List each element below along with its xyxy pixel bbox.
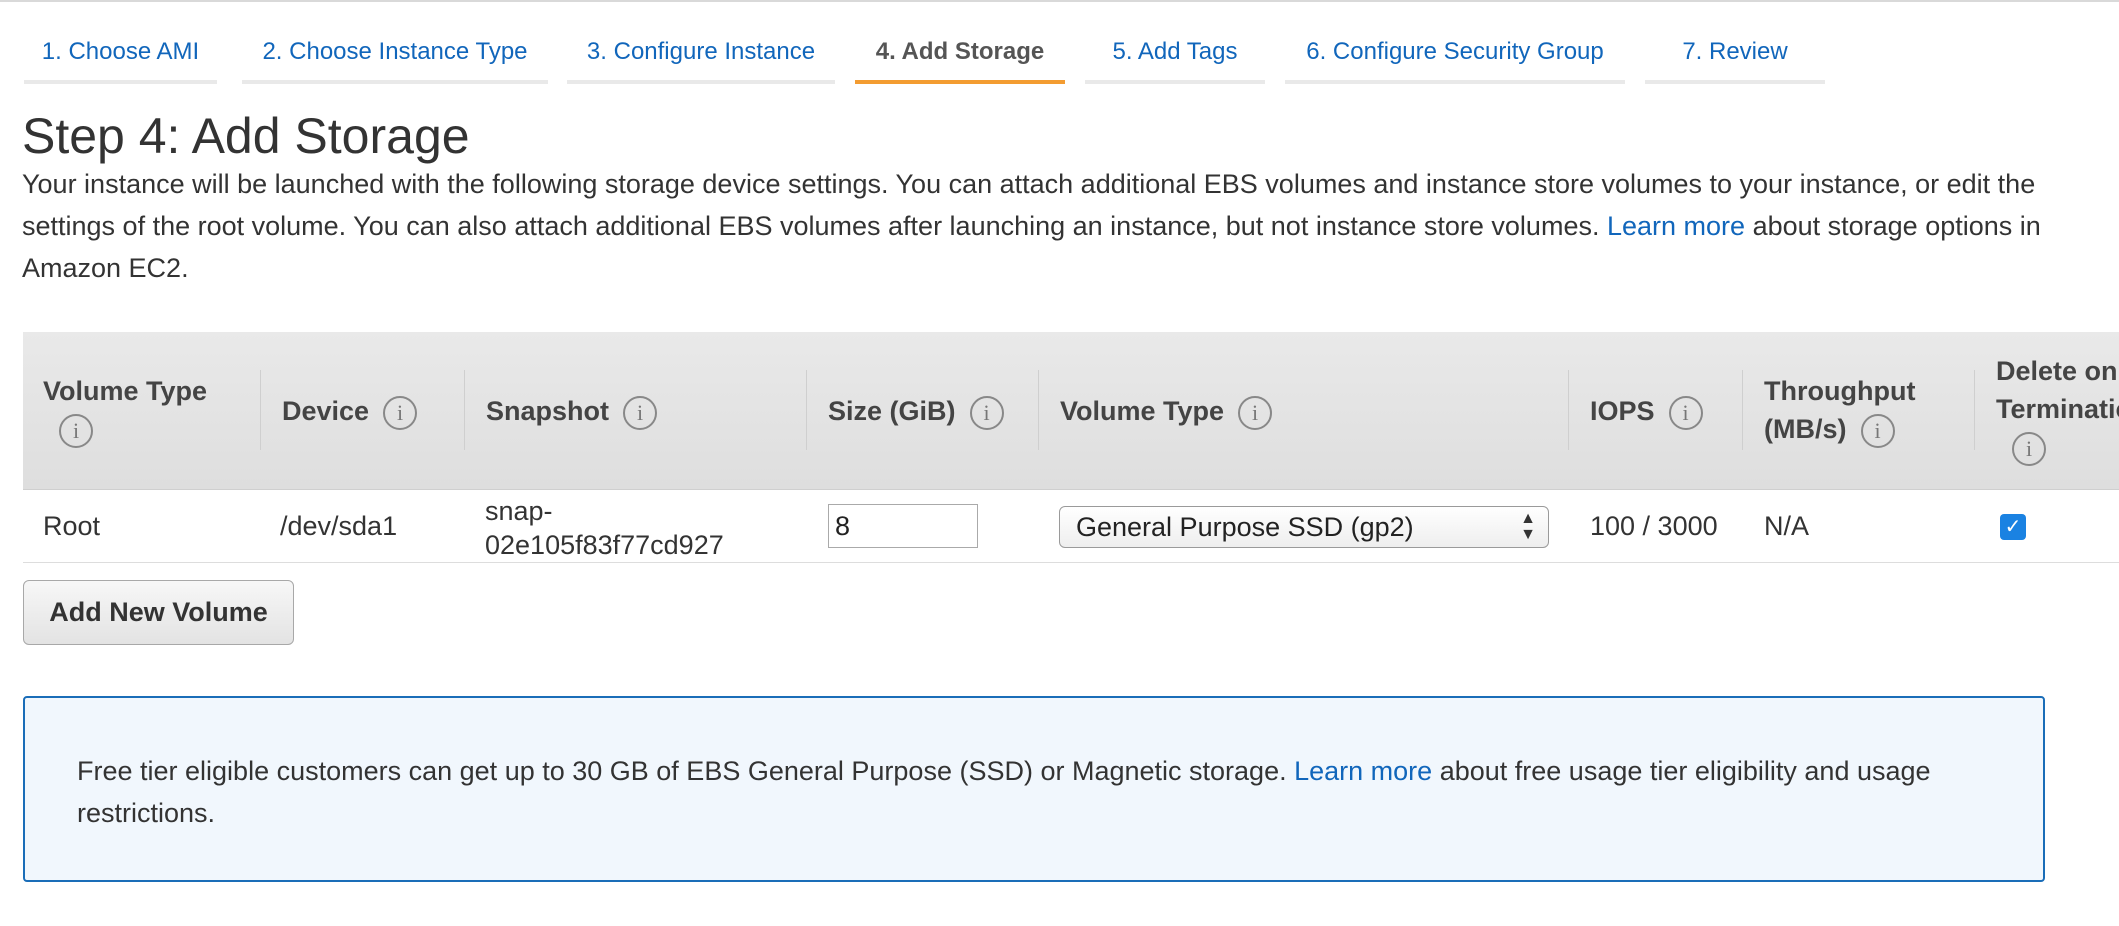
col-header-throughput: Throughput (MB/s) i — [1764, 372, 1915, 448]
volume-type-selected: General Purpose SSD (gp2) — [1076, 512, 1414, 542]
tab-label: 6. Configure Security Group — [1306, 38, 1604, 65]
info-icon[interactable]: i — [2012, 431, 2046, 466]
column-divider — [1038, 370, 1039, 450]
info-icon[interactable]: i — [623, 395, 658, 430]
info-icon[interactable]: i — [1860, 413, 1895, 448]
header-label: Volume Type — [43, 376, 208, 406]
tab-add-storage[interactable]: 4. Add Storage — [855, 30, 1065, 84]
header-label: Termination — [1996, 394, 2119, 424]
header-label: Throughput — [1764, 376, 1916, 406]
header-label: Snapshot — [486, 396, 610, 426]
tab-label: 4. Add Storage — [875, 38, 1045, 65]
notice-text: Free tier eligible customers can get up … — [77, 750, 1997, 834]
col-header-volume-type: Volume Type i — [43, 372, 207, 448]
tab-label: 7. Review — [1682, 38, 1788, 65]
up-down-arrows-icon: ▲ ▼ — [1520, 510, 1536, 543]
free-tier-notice: Free tier eligible customers can get up … — [23, 696, 2045, 882]
header-label: Size (GiB) — [828, 396, 956, 426]
delete-on-termination-checkbox[interactable]: ✓ — [2000, 514, 2026, 540]
notice-learn-more-link[interactable]: Learn more — [1294, 756, 1432, 786]
column-divider — [806, 370, 807, 450]
header-label: Delete on — [1996, 356, 2118, 386]
col-header-volume-type-2: Volume Type i — [1060, 392, 1273, 430]
tab-label: 3. Configure Instance — [586, 38, 816, 65]
tab-review[interactable]: 7. Review — [1645, 30, 1825, 84]
size-input[interactable] — [828, 504, 978, 548]
header-label: Device — [282, 396, 370, 426]
cell-volume-type: Root — [43, 511, 101, 541]
column-divider — [260, 370, 261, 450]
info-icon[interactable]: i — [1668, 395, 1703, 430]
tab-label: 1. Choose AMI — [41, 38, 200, 65]
page-title: Step 4: Add Storage — [22, 108, 470, 164]
column-divider — [1742, 370, 1743, 450]
cell-throughput: N/A — [1764, 511, 1810, 541]
column-divider — [1568, 370, 1569, 450]
page-description: Your instance will be launched with the … — [22, 163, 2082, 289]
cell-snapshot: snap- 02e105f83f77cd927 — [485, 494, 724, 562]
header-label: (MB/s) — [1764, 414, 1847, 444]
cell-device: /dev/sda1 — [280, 511, 398, 541]
header-label: IOPS — [1590, 396, 1655, 426]
col-header-delete-on-termination: Delete on Termination i — [1996, 352, 2119, 466]
snapshot-id-part: snap- — [485, 496, 553, 526]
col-header-iops: IOPS i — [1590, 392, 1703, 430]
tab-label: 2. Choose Instance Type — [262, 38, 528, 65]
column-divider — [1974, 370, 1975, 450]
tab-label: 5. Add Tags — [1112, 38, 1238, 65]
tab-add-tags[interactable]: 5. Add Tags — [1085, 30, 1265, 84]
col-header-snapshot: Snapshot i — [486, 392, 658, 430]
info-icon[interactable]: i — [969, 395, 1004, 430]
col-header-size: Size (GiB) i — [828, 392, 1004, 430]
col-header-device: Device i — [282, 392, 418, 430]
notice-text-start: Free tier eligible customers can get up … — [77, 756, 1287, 786]
add-new-volume-button[interactable]: Add New Volume — [23, 580, 294, 645]
column-divider — [464, 370, 465, 450]
wizard-tabs: 1. Choose AMI 2. Choose Instance Type 3.… — [0, 0, 2119, 86]
tab-choose-ami[interactable]: 1. Choose AMI — [24, 30, 217, 84]
learn-more-link[interactable]: Learn more — [1607, 211, 1745, 241]
info-icon[interactable]: i — [59, 413, 93, 448]
header-label: Volume Type — [1060, 396, 1225, 426]
snapshot-id-part: 02e105f83f77cd927 — [485, 530, 724, 560]
tab-configure-instance[interactable]: 3. Configure Instance — [567, 30, 835, 84]
checkmark-icon: ✓ — [2004, 516, 2022, 538]
tab-configure-security-group[interactable]: 6. Configure Security Group — [1285, 30, 1625, 84]
cell-iops: 100 / 3000 — [1590, 511, 1718, 541]
info-icon[interactable]: i — [383, 395, 418, 430]
info-icon[interactable]: i — [1238, 395, 1273, 430]
tab-choose-instance-type[interactable]: 2. Choose Instance Type — [242, 30, 548, 84]
volume-type-select[interactable]: General Purpose SSD (gp2) ▲ ▼ — [1059, 506, 1549, 548]
